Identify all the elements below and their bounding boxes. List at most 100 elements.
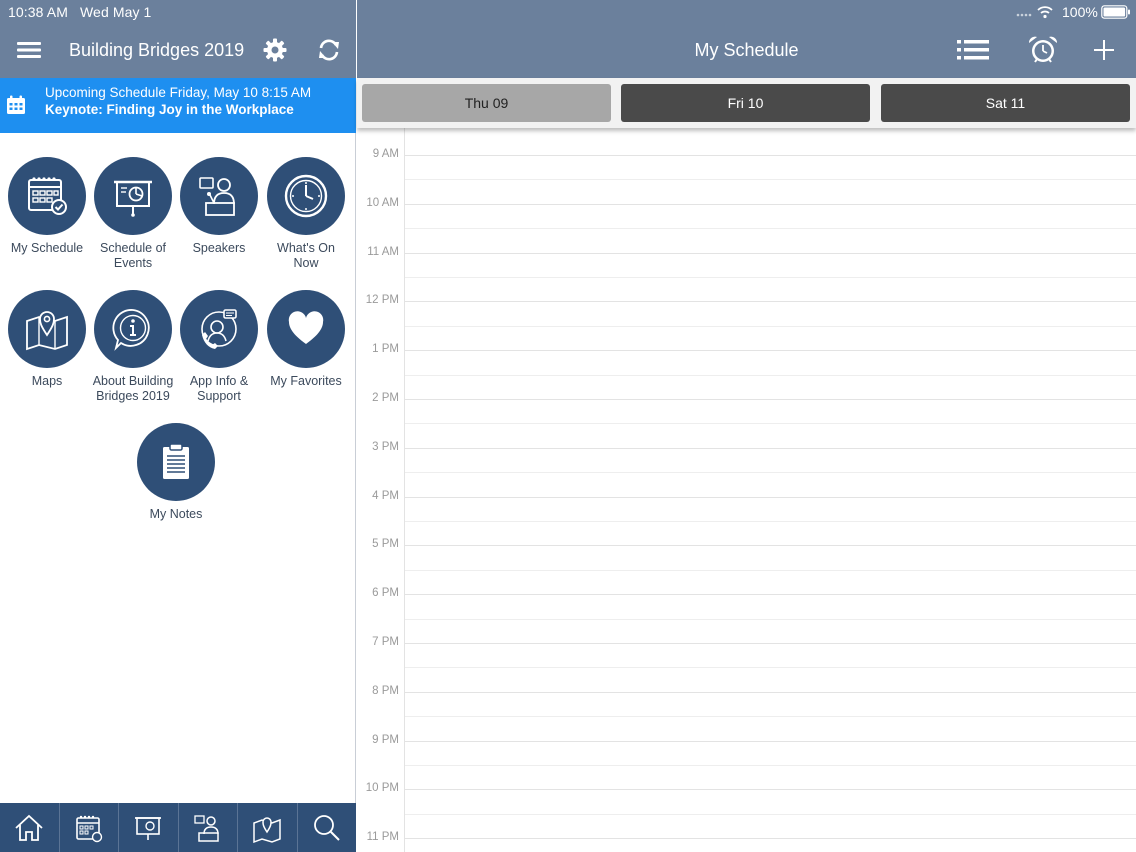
tile-label: Speakers [192, 241, 246, 255]
tile-label: My Favorites [270, 374, 342, 388]
hour-line [405, 204, 1136, 205]
list-icon [957, 40, 989, 60]
hour-line [405, 497, 1136, 498]
half-hour-line [405, 179, 1136, 180]
upcoming-schedule-banner[interactable]: Upcoming Schedule Friday, May 10 8:15 AM… [0, 78, 356, 133]
hour-line [405, 643, 1136, 644]
tile-my-schedule[interactable]: My Schedule [4, 157, 90, 256]
hour-label: 9 PM [372, 734, 399, 746]
refresh-icon [319, 39, 339, 61]
tab-schedule[interactable] [60, 803, 119, 852]
hour-label: 6 PM [372, 587, 399, 599]
hour-line [405, 741, 1136, 742]
half-hour-line [405, 277, 1136, 278]
map-icon [253, 816, 281, 843]
tile-label: App Info & Support [189, 374, 249, 403]
hamburger-menu-button[interactable] [14, 36, 44, 64]
hour-label: 1 PM [372, 343, 399, 355]
tile-about[interactable]: About Building Bridges 2019 [90, 290, 176, 403]
tab-home[interactable] [0, 803, 60, 852]
hour-label: 4 PM [372, 490, 399, 502]
plus-icon [1094, 40, 1114, 60]
wifi-icon [1037, 6, 1053, 14]
tab-search[interactable] [298, 803, 357, 852]
notes-clipboard-icon [163, 443, 189, 479]
hour-line [405, 253, 1136, 254]
day-label: Thu 09 [464, 95, 509, 111]
hour-label: 11 AM [367, 246, 399, 258]
tab-events[interactable] [119, 803, 179, 852]
hour-line [405, 545, 1136, 546]
presentation-icon [135, 816, 162, 840]
tile-maps[interactable]: Maps [4, 290, 90, 389]
map-pin-icon [26, 311, 68, 351]
right-header: 100% My Schedule [357, 0, 1136, 78]
settings-button[interactable] [260, 35, 290, 65]
right-panel: 100% My Schedule Thu 09 Fri 10 Sat 11 9 … [357, 0, 1136, 852]
page-title: My Schedule [694, 40, 799, 60]
battery-percent: 100% [1062, 4, 1098, 20]
speakers-icon [194, 814, 219, 842]
day-label: Fri 10 [727, 95, 764, 111]
half-hour-line [405, 326, 1136, 327]
schedule-timeline[interactable]: 9 AM 10 AM 11 AM 12 PM 1 PM 2 PM 3 PM 4 PM 5 PM 6… [357, 128, 1136, 852]
tile-whats-on-now[interactable]: What's On Now [263, 157, 349, 270]
hour-label: 9 AM [372, 148, 399, 160]
day-tab-fri[interactable]: Fri 10 [621, 84, 870, 122]
half-hour-line [405, 423, 1136, 424]
tile-app-info-support[interactable]: App Info & Support [176, 290, 262, 403]
hour-line [405, 692, 1136, 693]
hour-label: 10 PM [365, 782, 399, 794]
heart-icon [288, 311, 324, 344]
speaker-podium-icon [199, 177, 235, 216]
half-hour-line [405, 570, 1136, 571]
tile-label: Schedule of Events [99, 241, 167, 270]
clock-icon [284, 174, 328, 218]
calendar-check-icon [28, 177, 67, 215]
hour-label: 2 PM [372, 392, 399, 404]
banner-schedule-time: Upcoming Schedule Friday, May 10 8:15 AM [45, 85, 312, 100]
hour-label: 8 PM [372, 685, 399, 697]
day-selector: Thu 09 Fri 10 Sat 11 [357, 78, 1136, 128]
half-hour-line [405, 472, 1136, 473]
battery-icon [1101, 5, 1130, 19]
status-time: 10:38 AM [8, 4, 68, 20]
left-header: 10:38 AM Wed May 1 Building Bridges 2019 [0, 0, 356, 78]
bottom-tab-bar [0, 803, 356, 852]
refresh-button[interactable] [314, 35, 344, 65]
tile-speakers[interactable]: Speakers [176, 157, 262, 256]
tile-my-favorites[interactable]: My Favorites [263, 290, 349, 389]
status-date: Wed May 1 [80, 4, 152, 20]
day-tab-sat[interactable]: Sat 11 [881, 84, 1130, 122]
tab-speakers[interactable] [179, 803, 238, 852]
tile-my-notes[interactable]: My Notes [133, 423, 219, 522]
banner-session-title: Keynote: Finding Joy in the Workplace [45, 102, 294, 117]
tab-maps[interactable] [238, 803, 298, 852]
hour-line [405, 350, 1136, 351]
alarm-button[interactable] [1026, 34, 1060, 66]
info-icon [112, 309, 150, 351]
home-icon [15, 814, 43, 841]
list-view-button[interactable] [956, 36, 990, 64]
search-icon [313, 814, 340, 841]
calendar-icon [7, 95, 25, 114]
left-panel: 10:38 AM Wed May 1 Building Bridges 2019 [0, 0, 356, 852]
day-label: Sat 11 [985, 95, 1026, 111]
hamburger-icon [17, 42, 41, 58]
half-hour-line [405, 814, 1136, 815]
day-tab-thu[interactable]: Thu 09 [362, 84, 611, 122]
tile-label: About Building Bridges 2019 [92, 374, 174, 403]
hour-line [405, 838, 1136, 839]
half-hour-line [405, 667, 1136, 668]
half-hour-line [405, 716, 1136, 717]
tile-schedule-of-events[interactable]: Schedule of Events [90, 157, 176, 270]
calendar-icon [75, 815, 102, 842]
half-hour-line [405, 521, 1136, 522]
tile-label: My Notes [149, 507, 203, 521]
alarm-clock-icon [1028, 36, 1058, 63]
tile-label: My Schedule [10, 241, 84, 255]
status-icons [1016, 6, 1053, 19]
hour-line [405, 448, 1136, 449]
app-title: Building Bridges 2019 [69, 40, 245, 60]
add-event-button[interactable] [1090, 36, 1118, 64]
